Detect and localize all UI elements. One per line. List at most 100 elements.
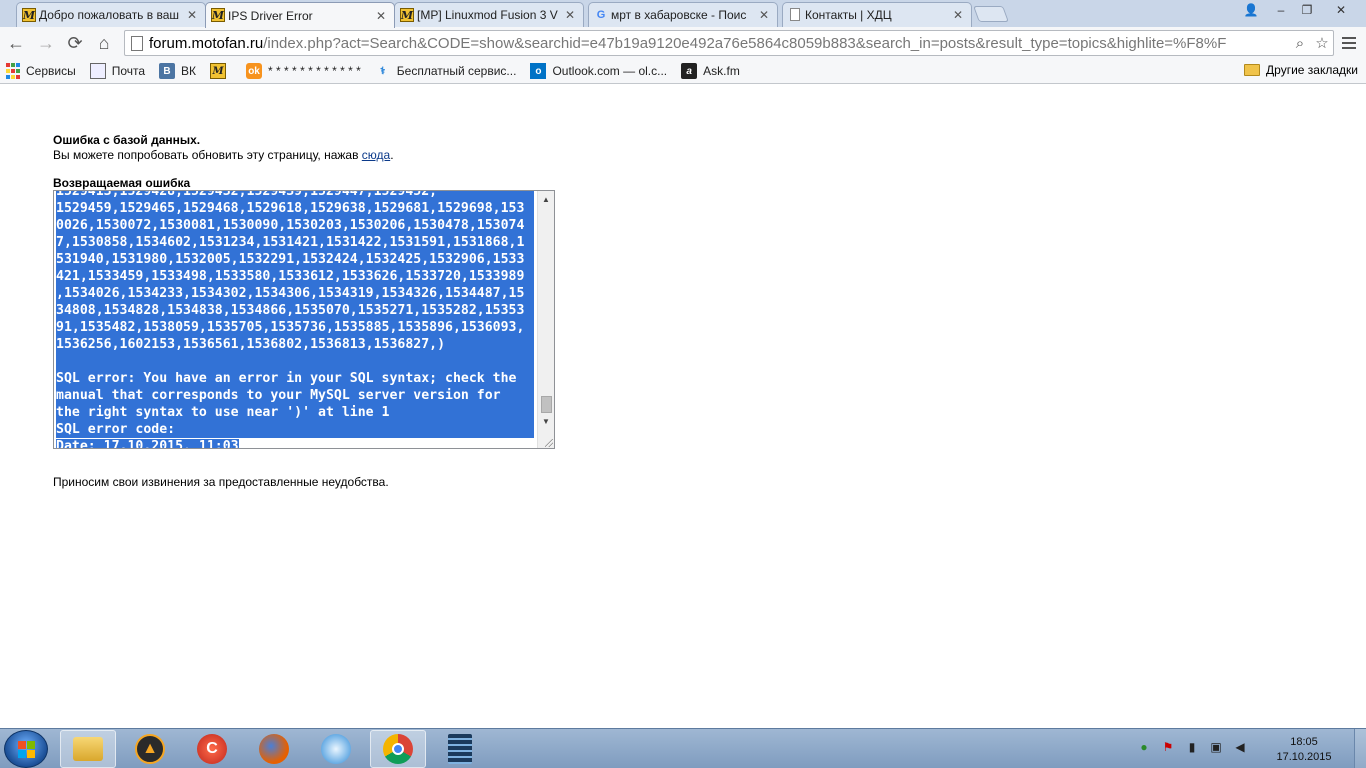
show-desktop-button[interactable] xyxy=(1354,729,1366,768)
network-icon[interactable]: ▣ xyxy=(1208,739,1224,755)
tab-title: [MP] Linuxmod Fusion 3 V xyxy=(417,8,558,22)
bookmark-motofan[interactable]: M xyxy=(210,63,232,79)
bookmark-free-service[interactable]: ⚕ Бесплатный сервис... xyxy=(375,63,517,79)
folder-icon xyxy=(1244,64,1261,76)
forward-button[interactable]: → xyxy=(34,31,58,55)
error-line: ,1534026,1534233,1534302,1534306,1534319… xyxy=(56,285,534,302)
scroll-up-icon[interactable]: ▲ xyxy=(538,191,554,207)
clock[interactable]: 18:05 17.10.2015 xyxy=(1262,735,1346,765)
selected-text: 0026,1530072,1530081,1530090,1530203,153… xyxy=(56,217,534,234)
bookmark-services[interactable]: Сервисы xyxy=(6,63,76,79)
chrome-icon xyxy=(383,734,413,764)
error-line: Date: 17.10.2015, 11:03 xyxy=(56,438,534,448)
selected-text: SQL error code: xyxy=(56,421,534,438)
motofan-icon: M xyxy=(211,8,225,22)
url-path: /index.php?act=Search&CODE=show&searchid… xyxy=(263,34,1227,52)
refresh-link[interactable]: сюда xyxy=(362,148,390,162)
address-bar[interactable]: forum.motofan.ru/index.php?act=Search&CO… xyxy=(124,30,1334,56)
page-icon xyxy=(790,8,800,21)
apology-text: Приносим свои извинения за предоставленн… xyxy=(53,475,389,489)
windows-icon xyxy=(17,740,35,758)
selected-text: SQL error: You have an error in your SQL… xyxy=(56,370,534,387)
new-tab-button[interactable] xyxy=(973,6,1009,22)
bookmark-label: Бесплатный сервис... xyxy=(396,64,517,78)
close-icon[interactable]: ✕ xyxy=(951,8,965,22)
resize-handle-icon[interactable] xyxy=(545,439,553,447)
selected-text: 91,1535482,1538059,1535705,1535736,15358… xyxy=(56,319,534,336)
close-icon[interactable]: ✕ xyxy=(757,8,771,22)
hint-text: Вы можете попробовать обновить эту стран… xyxy=(53,148,362,162)
minimize-button[interactable]: – xyxy=(1268,0,1294,20)
bookmark-label: * * * * * * * * * * * * xyxy=(268,64,361,78)
taskbar-video[interactable] xyxy=(432,730,488,768)
flag-icon[interactable]: ⚑ xyxy=(1160,739,1176,755)
close-icon[interactable]: ✕ xyxy=(185,8,199,22)
scroll-thumb[interactable] xyxy=(541,396,552,413)
apps-icon xyxy=(6,63,20,79)
error-line: 531940,1531980,1532005,1532291,1532424,1… xyxy=(56,251,534,268)
tab-contacts[interactable]: Контакты | ХДЦ ✕ xyxy=(782,2,972,27)
error-line xyxy=(56,353,534,370)
bookmark-askfm[interactable]: a Ask.fm xyxy=(681,63,740,79)
other-bookmarks[interactable]: Другие закладки xyxy=(1244,63,1358,77)
url-host: forum.motofan.ru xyxy=(149,34,264,52)
taskbar-media[interactable] xyxy=(308,730,364,768)
menu-icon[interactable] xyxy=(1340,33,1358,53)
error-line: 91,1535482,1538059,1535705,1535736,15358… xyxy=(56,319,534,336)
outlook-icon: o xyxy=(530,63,547,79)
error-line: 34808,1534828,1534838,1534866,1535070,15… xyxy=(56,302,534,319)
tab-title: мрт в хабаровске - Поис xyxy=(611,8,747,22)
zoom-icon[interactable]: ⌕ xyxy=(1289,35,1311,52)
taskbar: ▲ C ● ⚑ ▮ ▣ ◀ 18:05 17.10.2015 xyxy=(0,728,1366,768)
taskbar-firefox[interactable] xyxy=(246,730,302,768)
back-button[interactable]: ← xyxy=(4,31,28,55)
tab-linuxmod[interactable]: M [MP] Linuxmod Fusion 3 V ✕ xyxy=(394,2,584,27)
selected-text: 421,1533459,1533498,1533580,1533612,1533… xyxy=(56,268,534,285)
taskbar-aimp[interactable]: ▲ xyxy=(122,730,178,768)
error-hint: Вы можете попробовать обновить эту стран… xyxy=(53,148,394,162)
page-icon xyxy=(131,35,143,51)
dna-icon: ⚕ xyxy=(380,65,386,77)
browser-toolbar: ← → ⟳ ⌂ forum.motofan.ru/index.php?act=S… xyxy=(0,27,1366,59)
bookmark-mail[interactable]: Почта xyxy=(89,63,145,79)
returned-error-label: Возвращаемая ошибка xyxy=(53,176,191,190)
error-text[interactable]: 1529413,1529428,1529432,1529439,1529447,… xyxy=(56,191,534,448)
other-bookmarks-label: Другие закладки xyxy=(1266,63,1358,77)
home-button[interactable]: ⌂ xyxy=(92,31,116,55)
scroll-down-icon[interactable]: ▼ xyxy=(538,413,554,429)
vk-icon: В xyxy=(159,63,176,79)
bookmark-label: Ask.fm xyxy=(703,64,740,78)
tab-google-search[interactable]: G мрт в хабаровске - Поис ✕ xyxy=(588,2,778,27)
volume-icon[interactable]: ◀ xyxy=(1232,739,1248,755)
power-icon[interactable]: ▮ xyxy=(1184,739,1200,755)
restore-button[interactable]: ❐ xyxy=(1294,0,1320,20)
error-title: Ошибка с базой данных. xyxy=(53,133,201,147)
bookmark-vk[interactable]: В ВК xyxy=(159,63,196,79)
close-icon[interactable]: ✕ xyxy=(563,8,577,22)
selected-text: 1529413,1529428,1529432,1529439,1529447,… xyxy=(56,191,534,200)
antivirus-icon[interactable]: ● xyxy=(1136,739,1152,755)
user-icon[interactable]: 👤 xyxy=(1240,0,1262,20)
tab-ips-driver-error[interactable]: M IPS Driver Error ✕ xyxy=(205,2,395,28)
taskbar-ccleaner[interactable]: C xyxy=(184,730,240,768)
start-button[interactable] xyxy=(4,730,48,768)
hint-end: . xyxy=(390,148,394,162)
taskbar-explorer[interactable] xyxy=(60,730,116,768)
ccleaner-icon: C xyxy=(197,734,227,764)
close-window-button[interactable]: ✕ xyxy=(1320,0,1362,20)
odnoklassniki-icon: ok xyxy=(246,63,263,79)
tab-title: Добро пожаловать в ваш xyxy=(39,8,180,22)
reload-button[interactable]: ⟳ xyxy=(63,31,87,55)
selected-text: 1529459,1529465,1529468,1529618,1529638,… xyxy=(56,200,534,217)
star-icon[interactable]: ☆ xyxy=(1311,34,1333,52)
bookmark-label: Сервисы xyxy=(26,64,76,78)
bookmark-outlook[interactable]: o Outlook.com — ol.c... xyxy=(530,63,667,79)
error-line: 1529459,1529465,1529468,1529618,1529638,… xyxy=(56,200,534,217)
close-icon[interactable]: ✕ xyxy=(374,9,388,23)
taskbar-chrome[interactable] xyxy=(370,730,426,768)
error-textarea[interactable]: 1529413,1529428,1529432,1529439,1529447,… xyxy=(53,190,555,449)
tab-welcome[interactable]: M Добро пожаловать в ваш ✕ xyxy=(16,2,206,27)
bookmark-odnoklassniki[interactable]: ok * * * * * * * * * * * * xyxy=(246,63,361,79)
url-text[interactable]: forum.motofan.ru/index.php?act=Search&CO… xyxy=(149,35,1289,52)
textarea-scrollbar[interactable]: ▲ ▼ xyxy=(537,191,554,448)
